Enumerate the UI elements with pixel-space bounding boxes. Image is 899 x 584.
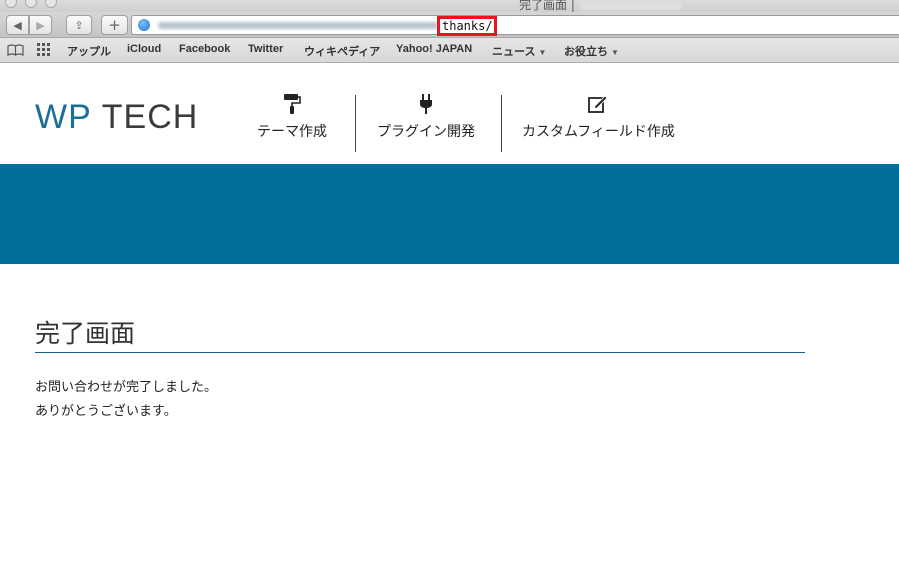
- nav-theme[interactable]: テーマ作成: [257, 93, 327, 141]
- site-logo[interactable]: WP TECH: [35, 98, 198, 137]
- bookmark-folder-news[interactable]: ニュース ▼: [492, 43, 546, 59]
- close-window-button[interactable]: [5, 0, 17, 8]
- zoom-window-button[interactable]: [45, 0, 57, 8]
- chevron-down-icon: ▼: [611, 48, 619, 57]
- edit-icon: [588, 95, 609, 113]
- url-path-text: thanks/: [442, 19, 493, 33]
- page-title: 完了画面: [35, 319, 136, 348]
- globe-icon: [138, 19, 150, 31]
- nav-divider: [501, 95, 502, 152]
- hero-banner: [0, 164, 899, 264]
- address-bar[interactable]: [131, 15, 899, 35]
- chevron-down-icon: ▼: [538, 48, 547, 57]
- bookmarks-bar: アップル iCloud Facebook Twitter ウィキペディア Yah…: [0, 38, 899, 63]
- completion-message: お問い合わせが完了しました。 ありがとうございます。: [35, 376, 217, 424]
- bookmark-folder-useful[interactable]: お役立ち ▼: [564, 43, 619, 59]
- nav-custom-field[interactable]: カスタムフィールド作成: [522, 93, 675, 141]
- top-sites-grid-icon[interactable]: [37, 43, 51, 57]
- forward-button[interactable]: ▶: [29, 15, 52, 35]
- bookmark-apple[interactable]: アップル: [67, 43, 111, 59]
- minimize-window-button[interactable]: [25, 0, 37, 8]
- new-tab-button[interactable]: +: [101, 15, 128, 35]
- bookmark-twitter[interactable]: Twitter: [248, 43, 283, 55]
- window-titlebar: 完了画面 |: [0, 0, 899, 12]
- url-host-blurred: [158, 22, 438, 29]
- title-divider: [35, 352, 805, 353]
- nav-plugin[interactable]: プラグイン開発: [377, 93, 475, 141]
- message-line: ありがとうございます。: [35, 404, 177, 419]
- bookmark-icloud[interactable]: iCloud: [127, 43, 161, 55]
- reading-list-icon[interactable]: [7, 44, 24, 56]
- paint-roller-icon: [284, 94, 301, 114]
- message-line: お問い合わせが完了しました。: [35, 380, 218, 395]
- bookmark-wikipedia[interactable]: ウィキペディア: [304, 43, 380, 59]
- bookmark-facebook[interactable]: Facebook: [179, 43, 230, 55]
- share-button[interactable]: ⇪: [66, 15, 92, 35]
- nav-divider: [355, 95, 356, 152]
- plug-icon: [420, 94, 432, 114]
- bookmark-yahoo-japan[interactable]: Yahoo! JAPAN: [396, 43, 472, 55]
- back-button[interactable]: ◀: [6, 15, 29, 35]
